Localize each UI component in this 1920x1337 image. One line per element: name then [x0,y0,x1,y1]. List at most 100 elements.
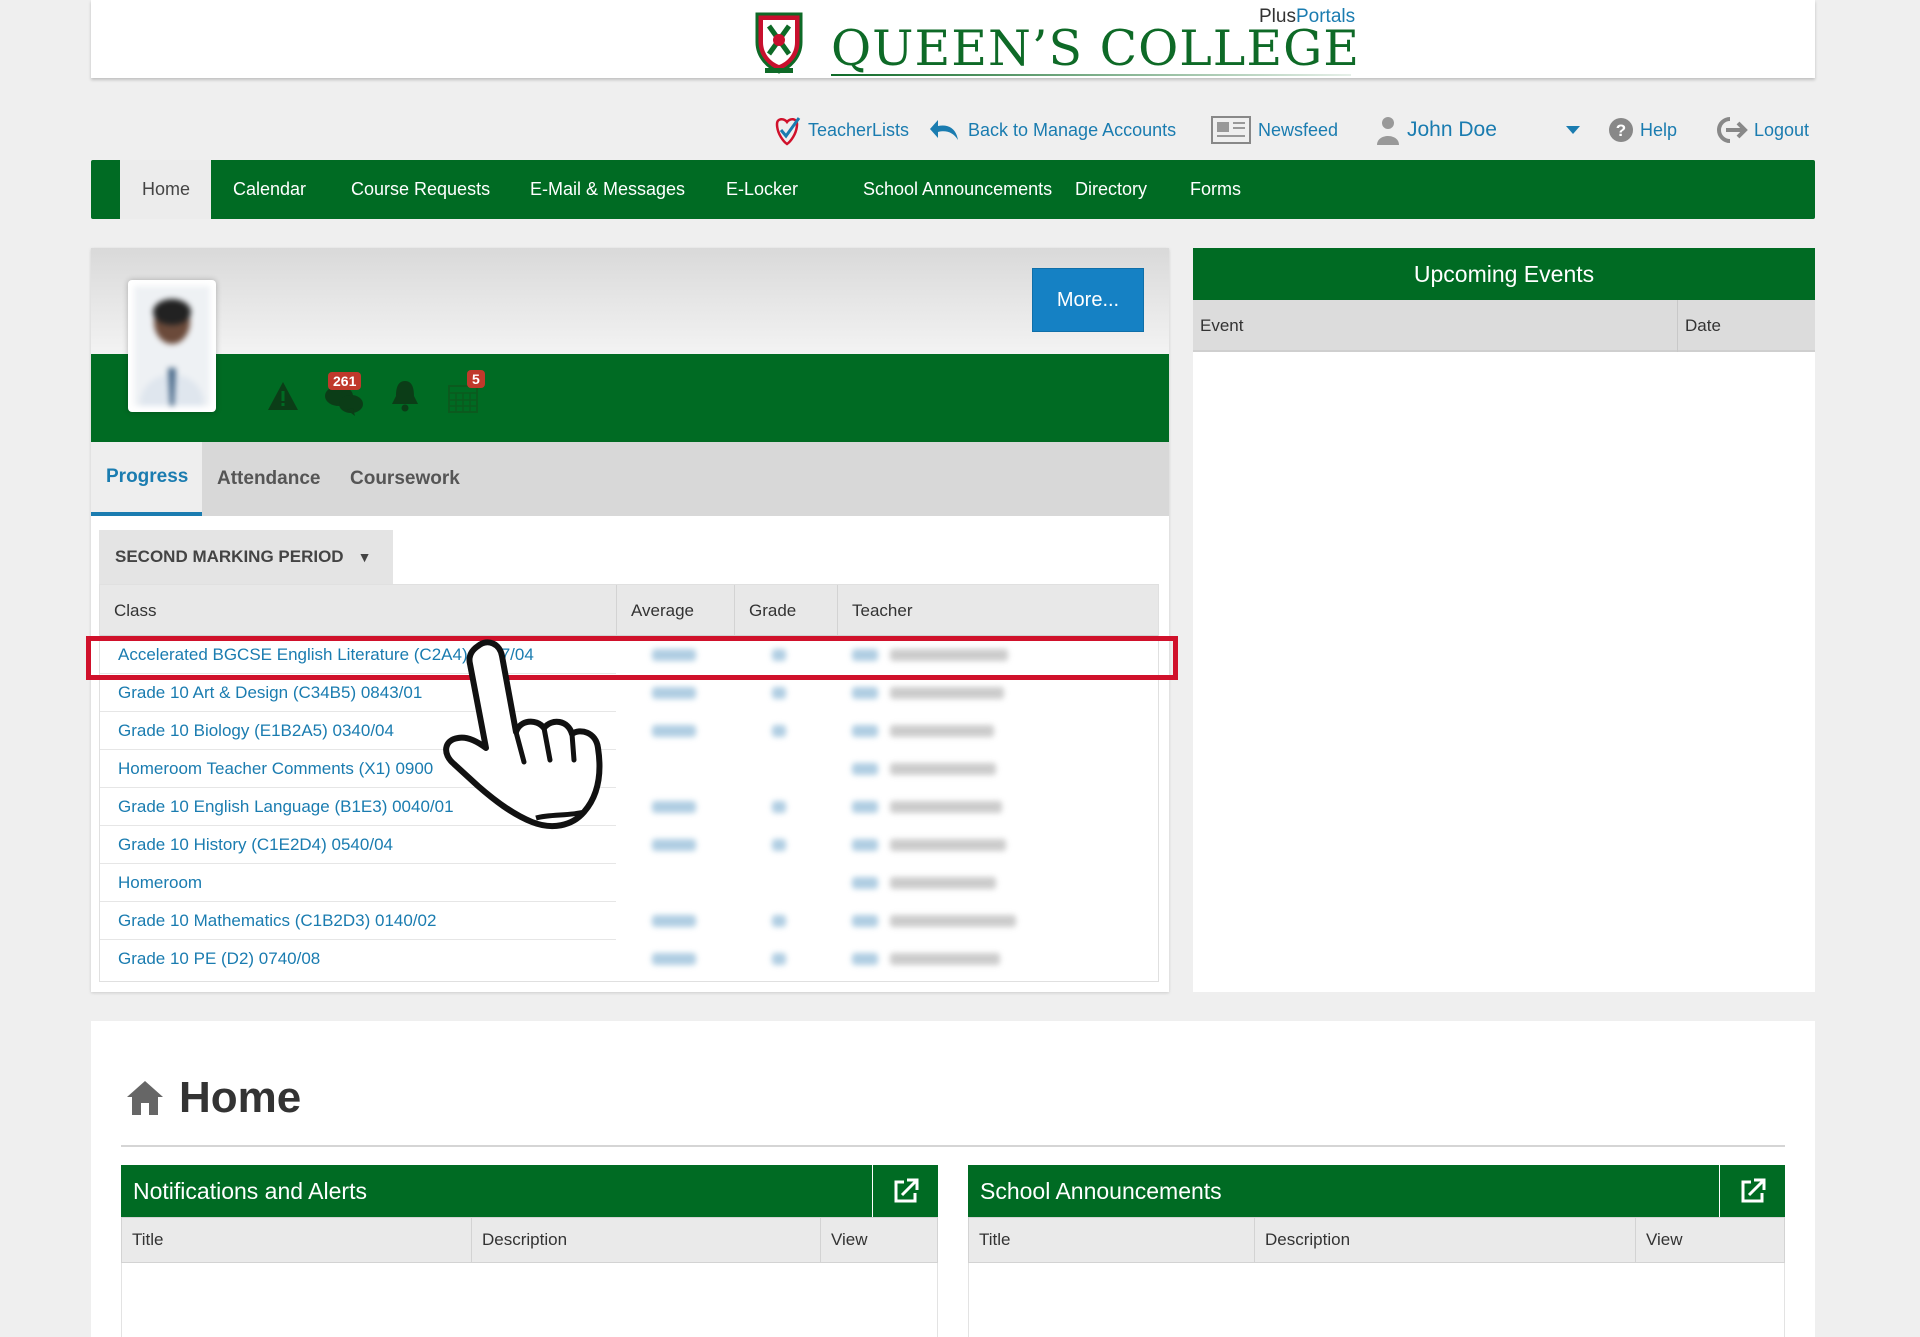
announcements-open-button[interactable] [1719,1165,1785,1217]
teacherlists-link[interactable]: TeacherLists [772,110,909,150]
nav-course-requests[interactable]: Course Requests [329,160,512,219]
teacher-email-icon[interactable] [852,877,878,889]
column-view: View [1646,1230,1683,1249]
table-row: Homeroom Teacher Comments (X1) 0900 [100,750,1158,788]
teacher-name [890,725,994,737]
column-title: Title [122,1218,472,1262]
column-grade: Grade [735,585,838,636]
newsfeed-link[interactable]: Newsfeed [1210,110,1338,150]
tab-progress[interactable]: Progress [91,442,202,516]
teacherlists-icon [775,117,801,146]
user-menu[interactable]: John Doe [1375,110,1497,150]
teacher-name [890,915,1016,927]
help-icon: ? [1609,118,1633,142]
crest-logo [755,12,803,74]
bell-icon[interactable] [389,378,421,412]
average-value [652,839,696,851]
help-label: Help [1640,119,1678,140]
notifications-title: Notifications and Alerts [133,1177,367,1204]
newspaper-icon [1211,116,1251,144]
teacher-name [890,801,1002,813]
class-link[interactable]: Homeroom Teacher Comments (X1) 0900 [118,750,433,788]
tab-coursework[interactable]: Coursework [335,442,475,516]
column-average: Average [617,585,735,636]
class-link[interactable]: Homeroom [118,864,202,902]
announcements-columns: Title Description View [968,1217,1785,1263]
column-description: Description [472,1218,821,1262]
teacher-email-icon[interactable] [852,915,878,927]
nav-directory[interactable]: Directory [1053,160,1169,219]
marking-period-dropdown[interactable]: SECOND MARKING PERIOD ▼ [99,530,393,584]
help-link[interactable]: ? Help [1608,110,1677,150]
college-logo[interactable]: QUEEN’S COLLEGE PlusPortals [751,4,1359,78]
more-button[interactable]: More... [1032,268,1144,332]
notifications-widget: Notifications and Alerts Title Descripti… [121,1165,938,1337]
main-nav: Home Calendar Course Requests E-Mail & M… [91,160,1815,219]
home-icon [127,1081,163,1115]
teacher-email-icon[interactable] [852,687,878,699]
student-photo [134,286,210,406]
external-link-icon [1741,1178,1765,1203]
notifications-open-button[interactable] [872,1165,938,1217]
teacher-email-icon[interactable] [852,801,878,813]
back-arrow-icon [930,120,958,140]
grade-value [772,839,786,851]
upcoming-events-title: Upcoming Events [1193,248,1815,300]
nav-email-messages[interactable]: E-Mail & Messages [508,160,707,219]
user-menu-toggle[interactable] [1565,110,1587,150]
teacher-name [890,763,996,775]
calendar-badge: 5 [467,370,485,388]
class-link[interactable]: Grade 10 Biology (E1B2A5) 0340/04 [118,712,394,750]
class-link[interactable]: Grade 10 History (C1E2D4) 0540/04 [118,826,393,864]
avatar[interactable] [128,280,216,412]
announcements-title: School Announcements [980,1177,1222,1204]
messages-indicator[interactable]: 261 [323,372,365,416]
teacher-email-icon[interactable] [852,649,878,661]
grade-value [772,953,786,965]
nav-elocker[interactable]: E-Locker [704,160,820,219]
newsfeed-label: Newsfeed [1258,119,1339,140]
teacher-name [890,687,1004,699]
teacher-email-icon[interactable] [852,763,878,775]
teacher-name [890,877,996,889]
nav-home[interactable]: Home [120,160,211,219]
teacher-email-icon[interactable] [852,953,878,965]
back-to-manage-link[interactable]: Back to Manage Accounts [928,110,1176,150]
teacher-name [890,649,1008,661]
page-title: Home [125,1073,301,1123]
grade-value [772,649,786,661]
average-value [652,801,696,813]
column-description: Description [1255,1218,1636,1262]
home-section: Home Notifications and Alerts Title Desc… [91,1021,1815,1337]
grade-value [772,915,786,927]
messages-badge: 261 [328,372,362,390]
external-link-icon [894,1178,918,1203]
nav-calendar[interactable]: Calendar [211,160,328,219]
back-to-manage-label: Back to Manage Accounts [968,119,1177,140]
home-title-text: Home [179,1073,302,1122]
nav-school-announcements[interactable]: School Announcements [841,160,1074,219]
profile-status-bar [91,354,1169,442]
class-link[interactable]: Grade 10 PE (D2) 0740/08 [118,940,320,978]
nav-forms[interactable]: Forms [1168,160,1263,219]
progress-tabs: Progress Attendance Coursework [91,442,1169,516]
teacher-email-icon[interactable] [852,839,878,851]
chevron-down-icon: ▼ [357,549,372,565]
user-name: John Doe [1407,118,1497,141]
tab-attendance[interactable]: Attendance [202,442,335,516]
average-value [652,649,696,661]
table-row: Grade 10 English Language (B1E3) 0040/01 [100,788,1158,826]
college-name: QUEEN’S COLLEGE [831,20,1361,77]
class-link[interactable]: Grade 10 English Language (B1E3) 0040/01 [118,788,454,826]
teacher-email-icon[interactable] [852,725,878,737]
class-link[interactable]: Grade 10 Mathematics (C1B2D3) 0140/02 [118,902,436,940]
class-link[interactable]: Grade 10 Art & Design (C34B5) 0843/01 [118,674,422,712]
logout-label: Logout [1754,119,1810,140]
upcoming-events-panel: Upcoming Events Event Date [1193,248,1815,992]
logout-link[interactable]: Logout [1712,110,1809,150]
announcements-widget: School Announcements Title Description V… [968,1165,1785,1337]
announcements-body [968,1263,1785,1337]
warning-icon[interactable] [266,380,300,412]
column-title: Title [969,1218,1255,1262]
calendar-indicator[interactable]: 5 [447,368,487,416]
